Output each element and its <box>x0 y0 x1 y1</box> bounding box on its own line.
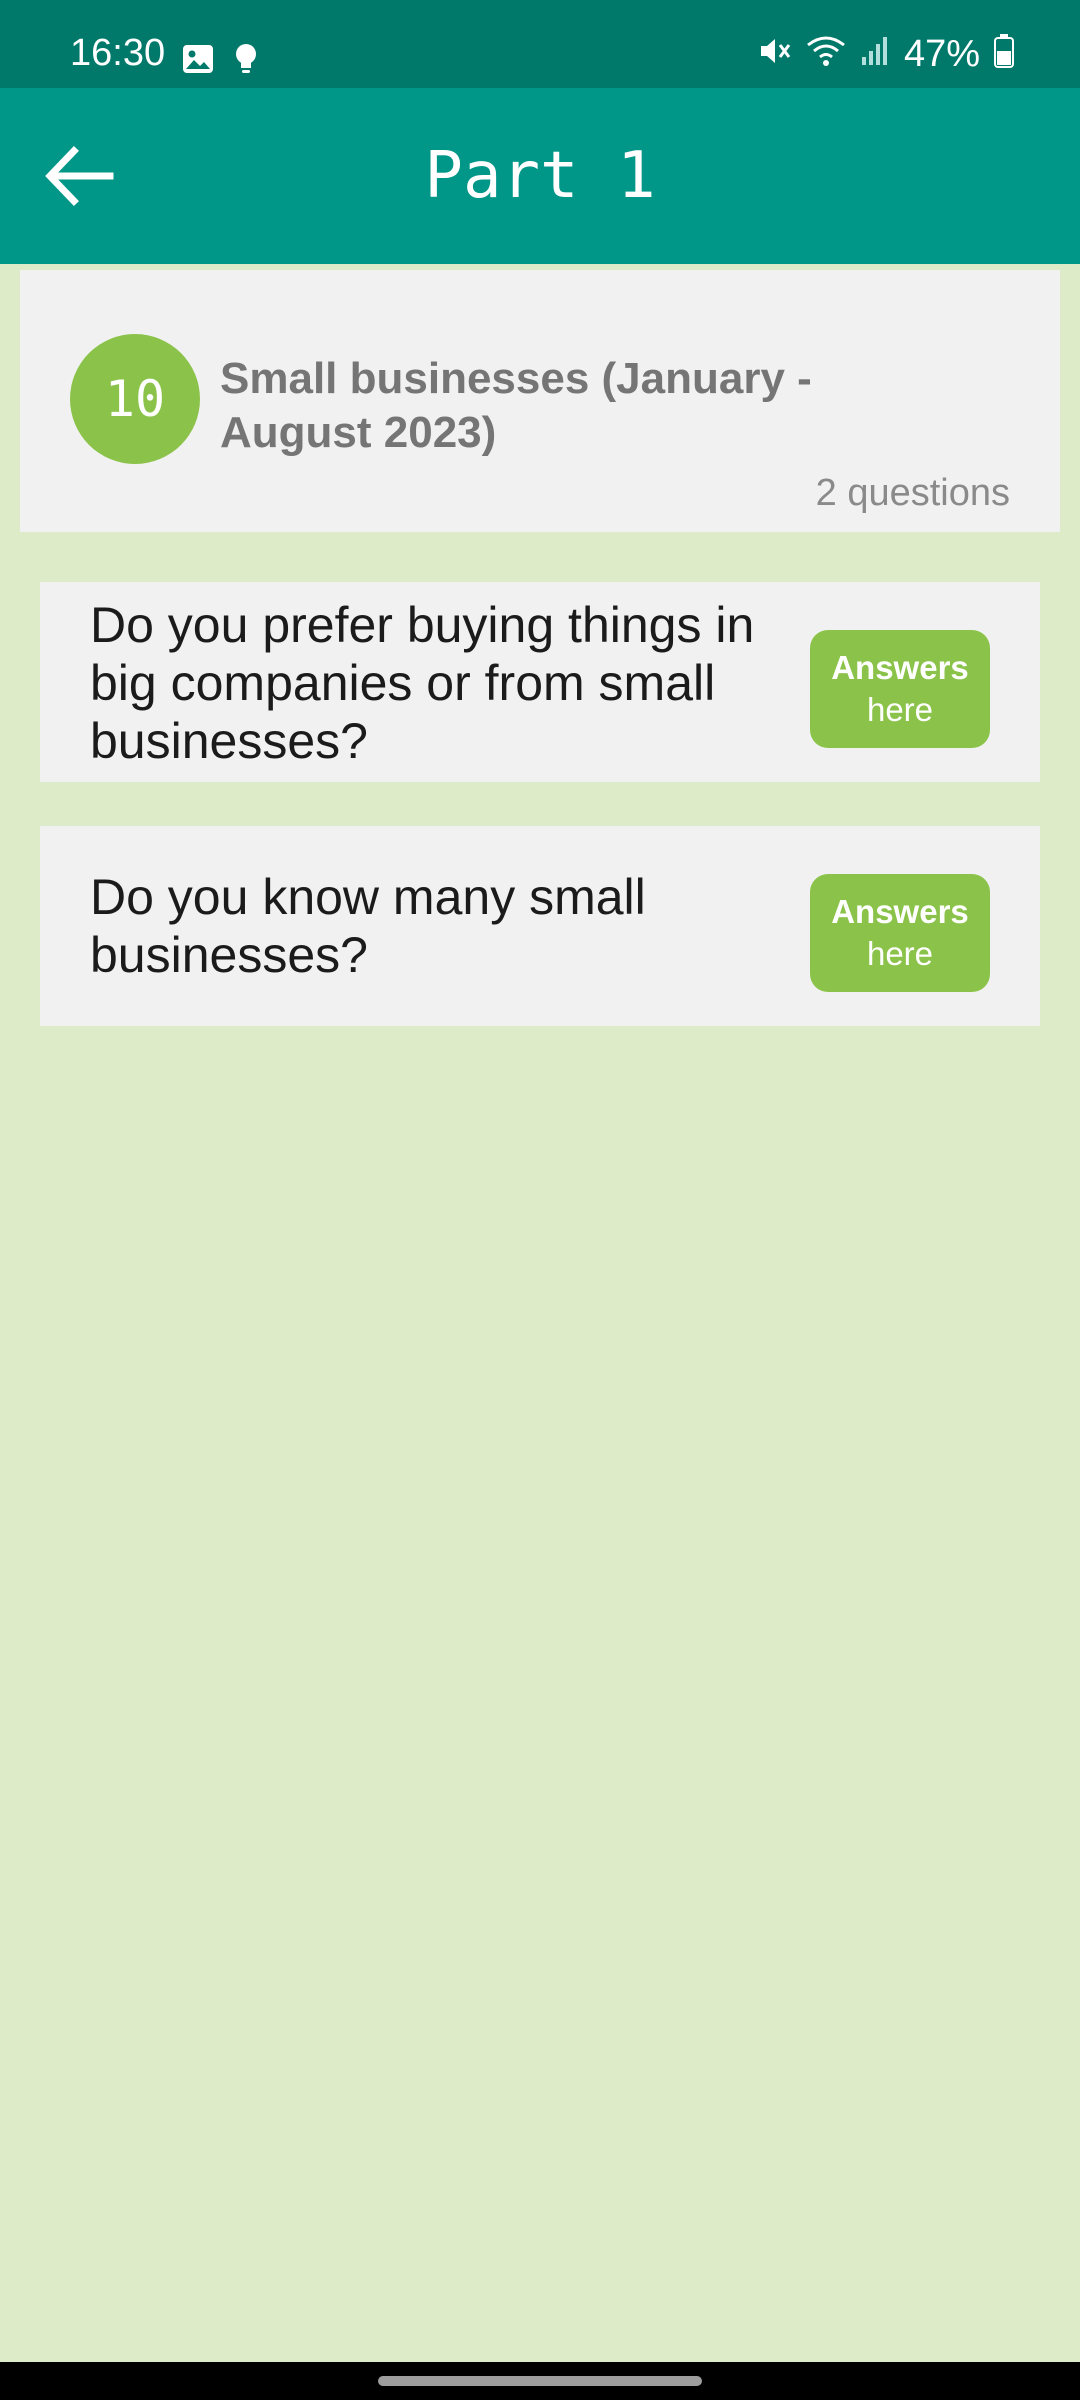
status-time: 16:30 <box>70 32 166 74</box>
answers-button-label: Answers <box>831 893 969 930</box>
topic-header-card: 10 Small businesses (January - August 20… <box>20 270 1060 532</box>
app-bar: Part 1 <box>0 88 1080 264</box>
topic-title: Small businesses (January - August 2023) <box>220 354 812 457</box>
signal-icon <box>860 35 890 72</box>
answers-here-button[interactable]: Answers here <box>810 874 990 992</box>
question-card: Do you know many small businesses? Answe… <box>40 826 1040 1026</box>
navigation-bar <box>0 2362 1080 2400</box>
status-left-icons <box>182 43 258 80</box>
question-text: Do you prefer buying things in big compa… <box>90 597 755 769</box>
answers-button-sublabel: here <box>866 935 934 972</box>
question-text: Do you know many small businesses? <box>90 869 646 983</box>
battery-icon <box>994 34 1014 73</box>
page-title: Part 1 <box>424 139 656 213</box>
question-count: 2 questions <box>815 472 1010 514</box>
answers-button-sublabel: here <box>866 691 934 728</box>
answers-button-label: Answers <box>831 649 969 686</box>
mute-icon <box>758 35 792 72</box>
status-bar: 16:30 47% <box>0 0 1080 88</box>
image-icon <box>182 44 214 79</box>
home-indicator[interactable] <box>378 2376 702 2386</box>
question-card: Do you prefer buying things in big compa… <box>40 582 1040 782</box>
bulb-icon <box>234 43 258 80</box>
battery-percent: 47% <box>903 32 980 75</box>
answers-here-button[interactable]: Answers here <box>810 630 990 748</box>
status-right: 47% <box>758 34 1014 73</box>
wifi-icon <box>806 35 846 72</box>
topic-number-badge: 10 <box>70 334 200 464</box>
